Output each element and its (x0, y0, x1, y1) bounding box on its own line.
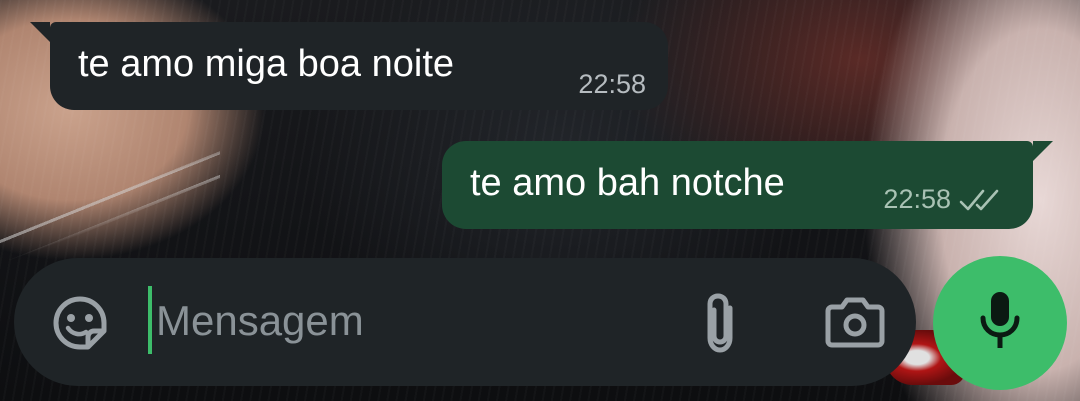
text-cursor (148, 286, 152, 354)
microphone-button[interactable] (933, 256, 1067, 390)
message-composer (14, 258, 916, 386)
message-time: 22:58 (883, 184, 951, 214)
wallpaper-chain (0, 150, 220, 260)
message-time: 22:58 (578, 69, 646, 99)
microphone-icon (980, 290, 1020, 357)
message-input[interactable] (156, 288, 666, 354)
message-bubble-incoming[interactable]: te amo miga boa noite 22:58 (30, 22, 668, 110)
message-text: te amo bah notche (470, 162, 785, 204)
sticker-emoji-icon[interactable] (48, 291, 112, 355)
message-bubble-outgoing[interactable]: te amo bah notche 22:58 (442, 141, 1053, 229)
message-text: te amo miga boa noite (78, 43, 455, 85)
double-check-icon (959, 187, 1005, 213)
camera-icon[interactable] (822, 292, 888, 352)
paperclip-icon[interactable] (688, 288, 752, 358)
